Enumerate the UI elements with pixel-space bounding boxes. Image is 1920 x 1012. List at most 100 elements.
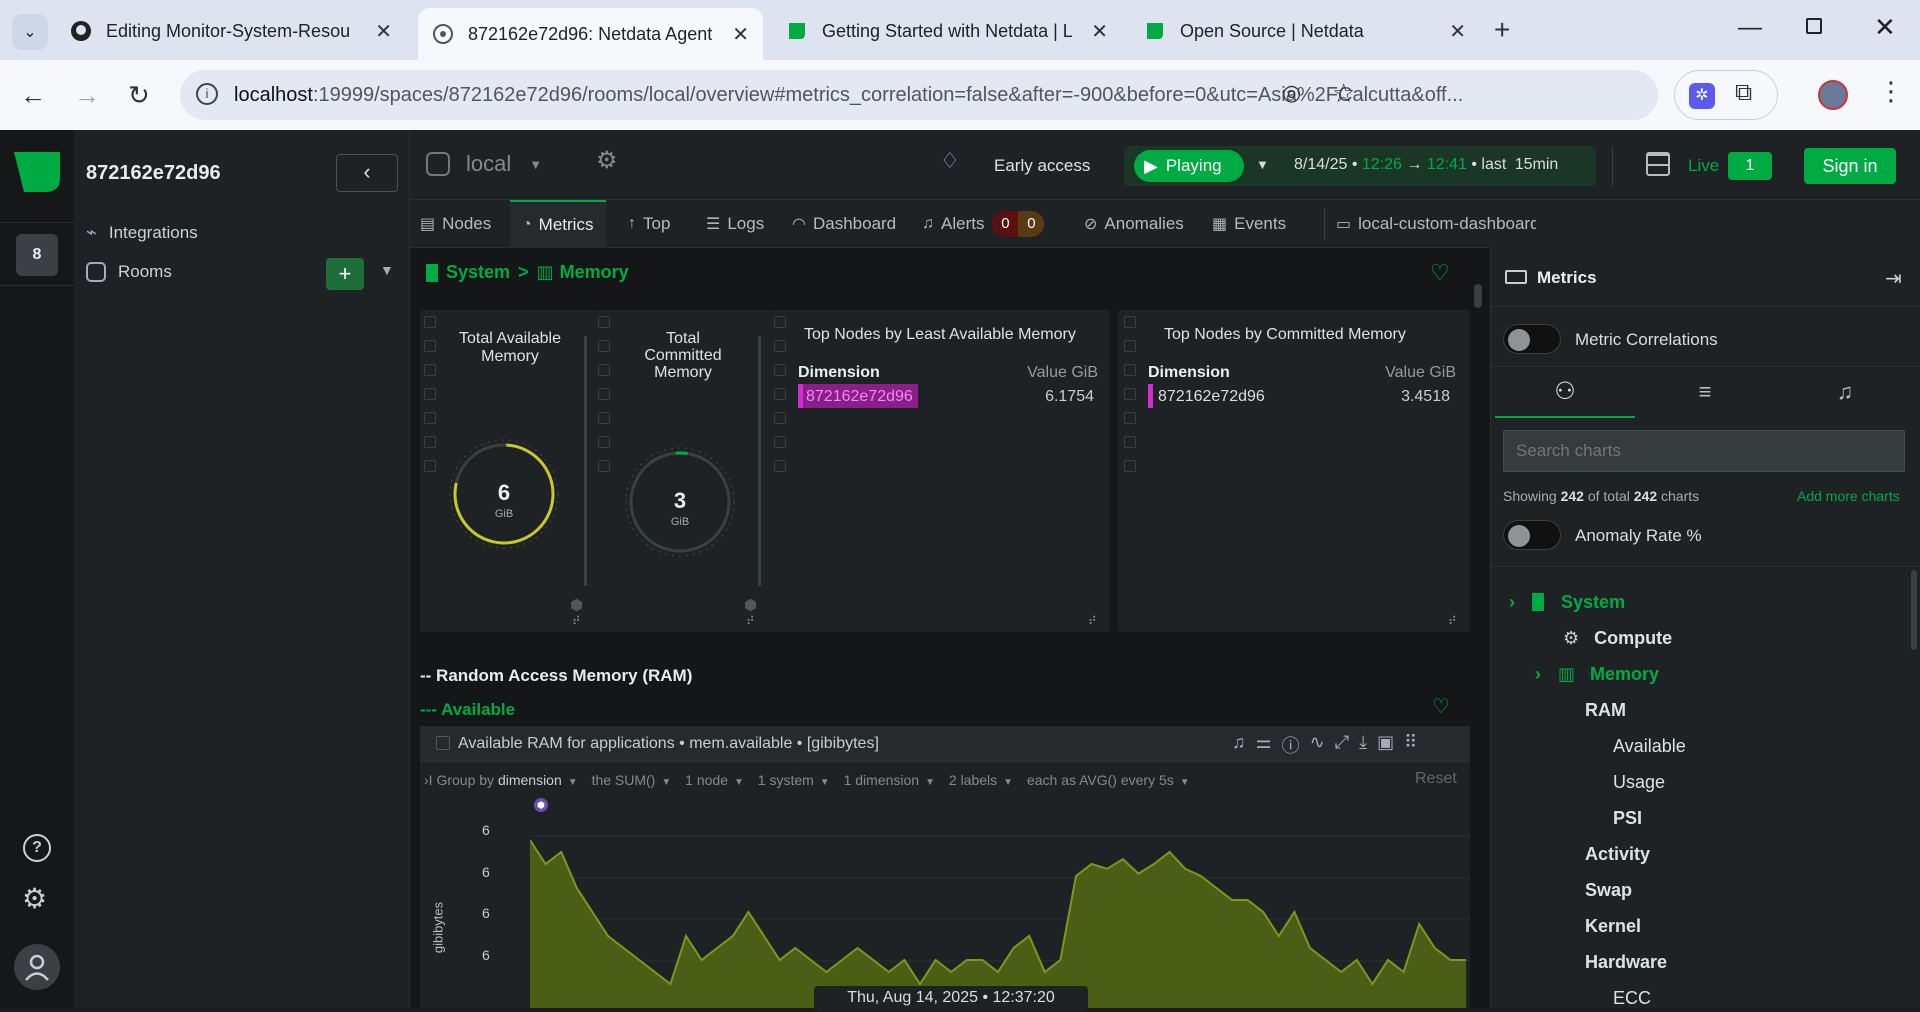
profile-avatar[interactable] <box>1818 80 1848 110</box>
resize-handle-icon[interactable]: ⠞ <box>572 614 581 628</box>
add-more-charts-link[interactable]: Add more charts <box>1797 488 1900 504</box>
tree-item-swap[interactable]: Swap <box>1585 880 1632 901</box>
tool-icon[interactable] <box>774 388 786 400</box>
tool-icon[interactable] <box>1124 388 1136 400</box>
tool-icon[interactable] <box>598 412 610 424</box>
tool-icon[interactable] <box>424 364 436 376</box>
tree-item-psi[interactable]: PSI <box>1613 808 1642 829</box>
reload-icon[interactable]: ↻ <box>128 80 150 111</box>
reset-button[interactable]: Reset <box>1415 770 1457 788</box>
tool-icon[interactable] <box>774 340 786 352</box>
add-room-button[interactable]: + <box>326 258 364 290</box>
resize-handle-icon[interactable]: ⠞ <box>1088 614 1097 628</box>
tab-search-button[interactable]: ⌄ <box>12 14 48 50</box>
tool-icon[interactable] <box>774 364 786 376</box>
favorite-heart-icon[interactable]: ♡ <box>1432 694 1450 719</box>
extension-icon[interactable]: ✲ <box>1689 83 1715 109</box>
tool-icon[interactable] <box>598 340 610 352</box>
tab-logs[interactable]: ☰ Logs <box>706 200 772 248</box>
drag-handle-icon[interactable]: ⠿ <box>1404 732 1417 758</box>
close-icon[interactable]: ✕ <box>1449 19 1466 44</box>
node-name[interactable]: 872162e72d96 <box>1158 388 1265 406</box>
tool-icon[interactable] <box>1124 340 1136 352</box>
tool-icon[interactable] <box>1124 364 1136 376</box>
user-avatar[interactable] <box>14 944 60 990</box>
bookmark-star-icon[interactable]: ☆ <box>1332 78 1355 109</box>
browser-menu-icon[interactable]: ⋮ <box>1878 76 1904 107</box>
time-aggregation-select[interactable]: each as AVG() every 5s <box>1027 772 1174 788</box>
netdata-logo[interactable] <box>14 152 60 197</box>
scrollbar[interactable] <box>1474 284 1482 308</box>
panel-tab-alerts[interactable]: ♫ <box>1775 368 1915 418</box>
dimension-filter[interactable]: 1 dimension <box>844 772 920 788</box>
early-access-link[interactable]: Early access <box>994 156 1090 176</box>
anomaly-icon[interactable]: ∿ <box>1310 732 1325 758</box>
space-badge[interactable]: 8 <box>16 234 58 276</box>
search-charts-input[interactable] <box>1503 430 1905 472</box>
sign-in-button[interactable]: Sign in <box>1804 148 1896 184</box>
info-icon[interactable]: ⓘ <box>1282 732 1300 758</box>
tab-dashboard[interactable]: ◠ Dashboard <box>792 200 906 248</box>
tree-item-available[interactable]: Available <box>1613 736 1686 757</box>
tree-item-ram[interactable]: RAM <box>1585 700 1626 721</box>
playing-button[interactable]: ▶ Playing <box>1134 150 1244 182</box>
integrations-link[interactable]: ⌁ Integrations <box>86 222 198 243</box>
resize-handle-icon[interactable]: ⠞ <box>746 614 755 628</box>
site-info-icon[interactable]: i <box>196 83 218 105</box>
anomaly-marker-icon[interactable]: ⬢ <box>534 798 548 812</box>
tree-item-memory[interactable]: › ▥ Memory <box>1535 664 1659 685</box>
tree-item-compute[interactable]: ⚙ Compute <box>1563 628 1672 649</box>
tree-item-activity[interactable]: Activity <box>1585 844 1650 865</box>
tree-item-usage[interactable]: Usage <box>1613 772 1665 793</box>
save-icon[interactable]: ▣ <box>1377 732 1394 758</box>
time-range-picker[interactable]: 8/14/25 • 12:26 → 12:41 • last 15min <box>1294 156 1558 174</box>
tool-icon[interactable] <box>424 436 436 448</box>
playback-dropdown-icon[interactable]: ▼ <box>1256 157 1269 172</box>
tool-icon[interactable] <box>424 340 436 352</box>
card-scrollbar[interactable] <box>758 336 761 586</box>
tool-icon[interactable] <box>598 436 610 448</box>
tab-nodes[interactable]: ▤ Nodes <box>420 200 506 248</box>
resize-handle-icon[interactable]: ⠞ <box>1448 614 1457 628</box>
metric-correlations-toggle[interactable] <box>1503 324 1561 354</box>
tool-icon[interactable] <box>774 316 786 328</box>
tool-icon[interactable] <box>1124 436 1136 448</box>
close-icon[interactable]: ✕ <box>375 19 392 44</box>
tree-item-system[interactable]: › System <box>1509 592 1625 613</box>
system-filter[interactable]: 1 system <box>758 772 814 788</box>
browser-tab-netdata-agent[interactable]: 872162e72d96: Netdata Agent ✕ <box>418 8 763 60</box>
download-icon[interactable]: ⤓ <box>1359 732 1367 758</box>
tool-icon[interactable] <box>598 364 610 376</box>
tool-icon[interactable] <box>598 460 610 472</box>
tool-icon[interactable] <box>598 316 610 328</box>
aggregation-select[interactable]: the SUM() <box>592 772 656 788</box>
tool-icon[interactable] <box>424 388 436 400</box>
group-by-select[interactable]: dimension <box>498 772 562 788</box>
tab-custom-dashboard[interactable]: ▭local-custom-dashboard⠿ <box>1336 200 1536 248</box>
tool-icon[interactable] <box>774 436 786 448</box>
close-window-button[interactable]: ✕ <box>1874 12 1896 43</box>
favorite-heart-icon[interactable]: ♡ <box>1430 260 1450 286</box>
room-settings-icon[interactable]: ⚙ <box>596 146 618 175</box>
panel-scrollbar[interactable] <box>1911 570 1917 650</box>
tree-item-kernel[interactable]: Kernel <box>1585 916 1641 937</box>
browser-tab-getting-started[interactable]: Getting Started with Netdata | L ✕ <box>772 10 1122 52</box>
card-scrollbar[interactable] <box>584 336 587 586</box>
puzzle-icon[interactable]: ⧉ <box>1735 79 1752 107</box>
tab-alerts[interactable]: ♫ Alerts 00 <box>922 200 1062 248</box>
tab-top[interactable]: ↑ Top <box>628 200 684 248</box>
tree-item-hardware[interactable]: Hardware <box>1585 952 1667 973</box>
settings-icon[interactable]: ⚙ <box>22 882 47 915</box>
help-icon[interactable]: ? <box>23 834 51 862</box>
panel-tab-filters[interactable]: ≡ <box>1635 368 1775 418</box>
tab-anomalies[interactable]: ⊘ Anomalies <box>1084 200 1194 248</box>
close-icon[interactable]: ✕ <box>732 22 749 47</box>
chart-settings-icon[interactable]: ⚌ <box>1256 732 1272 758</box>
panel-tab-charts[interactable]: ⚇ <box>1495 368 1635 418</box>
close-icon[interactable]: ✕ <box>1091 19 1108 44</box>
room-selector[interactable]: local ▼ <box>426 144 546 184</box>
collapse-sidebar-button[interactable]: ‹ <box>336 154 398 192</box>
anomaly-rate-toggle[interactable] <box>1503 520 1561 550</box>
restore-button[interactable] <box>1806 18 1822 34</box>
nodes-stack-icon[interactable] <box>1646 152 1670 176</box>
